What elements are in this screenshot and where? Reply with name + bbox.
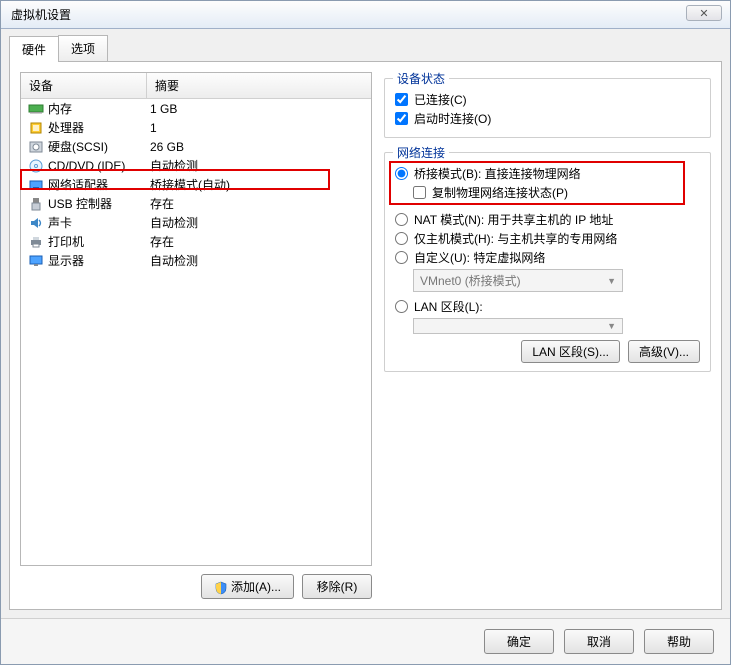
device-summary: 自动检测 bbox=[147, 157, 198, 174]
radio-nat-input[interactable] bbox=[395, 213, 408, 226]
device-summary: 1 bbox=[147, 121, 157, 135]
device-summary: 存在 bbox=[147, 195, 174, 212]
radio-custom-input[interactable] bbox=[395, 251, 408, 264]
close-button[interactable]: ✕ bbox=[686, 5, 722, 21]
nic-icon bbox=[27, 177, 45, 193]
memory-icon bbox=[27, 101, 45, 117]
check-connected[interactable]: 已连接(C) bbox=[395, 91, 700, 108]
radio-hostonly-input[interactable] bbox=[395, 232, 408, 245]
group-network-connection: 网络连接 桥接模式(B): 直接连接物理网络 复制物理网络连接状态(P) NAT… bbox=[384, 152, 711, 372]
footer: 确定 取消 帮助 bbox=[1, 618, 730, 664]
table-row[interactable]: 网络适配器桥接模式(自动) bbox=[21, 175, 371, 194]
shield-icon bbox=[214, 581, 228, 595]
device-name: 网络适配器 bbox=[48, 176, 147, 193]
vm-settings-window: 虚拟机设置 ✕ 硬件 选项 设备 摘要 内存1 GB处理器1硬盘(SCSI)26… bbox=[0, 0, 731, 665]
device-table: 设备 摘要 内存1 GB处理器1硬盘(SCSI)26 GBCD/DVD (IDE… bbox=[20, 72, 372, 566]
radio-nat[interactable]: NAT 模式(N): 用于共享主机的 IP 地址 bbox=[395, 211, 700, 228]
left-pane: 设备 摘要 内存1 GB处理器1硬盘(SCSI)26 GBCD/DVD (IDE… bbox=[20, 72, 372, 599]
group-device-state: 设备状态 已连接(C) 启动时连接(O) bbox=[384, 78, 711, 138]
lanseg-select[interactable]: ▼ bbox=[413, 318, 623, 334]
check-connect-at-power[interactable]: 启动时连接(O) bbox=[395, 110, 700, 127]
ok-button[interactable]: 确定 bbox=[484, 629, 554, 654]
help-button[interactable]: 帮助 bbox=[644, 629, 714, 654]
device-name: 内存 bbox=[48, 100, 147, 117]
left-buttons: 添加(A)... 移除(R) bbox=[20, 574, 372, 599]
device-name: USB 控制器 bbox=[48, 195, 147, 212]
device-summary: 1 GB bbox=[147, 102, 177, 116]
device-table-header: 设备 摘要 bbox=[21, 73, 371, 99]
device-summary: 自动检测 bbox=[147, 214, 198, 231]
tab-hardware[interactable]: 硬件 bbox=[9, 36, 59, 62]
device-summary: 26 GB bbox=[147, 140, 184, 154]
close-icon: ✕ bbox=[699, 7, 708, 20]
radio-lanseg[interactable]: LAN 区段(L): bbox=[395, 298, 700, 315]
device-name: 处理器 bbox=[48, 119, 147, 136]
checkbox-connected[interactable] bbox=[395, 93, 408, 106]
header-summary: 摘要 bbox=[147, 73, 371, 98]
device-summary: 自动检测 bbox=[147, 252, 198, 269]
checkbox-connect-at-power[interactable] bbox=[395, 112, 408, 125]
device-name: CD/DVD (IDE) bbox=[48, 159, 147, 173]
radio-bridged[interactable]: 桥接模式(B): 直接连接物理网络 bbox=[395, 165, 700, 182]
radio-lanseg-input[interactable] bbox=[395, 300, 408, 313]
device-name: 显示器 bbox=[48, 252, 147, 269]
chevron-down-icon: ▼ bbox=[607, 321, 616, 331]
window-title: 虚拟机设置 bbox=[5, 6, 71, 23]
cd-icon bbox=[27, 158, 45, 174]
device-summary: 桥接模式(自动) bbox=[147, 176, 230, 193]
right-pane: 设备状态 已连接(C) 启动时连接(O) 网络连接 桥接模式(B): 直接连接物… bbox=[384, 72, 711, 599]
printer-icon bbox=[27, 234, 45, 250]
radio-hostonly[interactable]: 仅主机模式(H): 与主机共享的专用网络 bbox=[395, 230, 700, 247]
group-title-state: 设备状态 bbox=[393, 70, 449, 87]
radio-bridged-input[interactable] bbox=[395, 167, 408, 180]
lan-segments-button[interactable]: LAN 区段(S)... bbox=[521, 340, 620, 363]
tabs-bar: 硬件 选项 bbox=[1, 29, 730, 61]
table-row[interactable]: 显示器自动检测 bbox=[21, 251, 371, 270]
device-summary: 存在 bbox=[147, 233, 174, 250]
add-button[interactable]: 添加(A)... bbox=[201, 574, 294, 599]
radio-custom[interactable]: 自定义(U): 特定虚拟网络 bbox=[395, 249, 700, 266]
panel-area: 设备 摘要 内存1 GB处理器1硬盘(SCSI)26 GBCD/DVD (IDE… bbox=[9, 61, 722, 610]
chevron-down-icon: ▼ bbox=[607, 276, 616, 286]
table-row[interactable]: 内存1 GB bbox=[21, 99, 371, 118]
table-row[interactable]: 声卡自动检测 bbox=[21, 213, 371, 232]
header-device: 设备 bbox=[21, 73, 147, 98]
table-row[interactable]: 打印机存在 bbox=[21, 232, 371, 251]
table-row[interactable]: 处理器1 bbox=[21, 118, 371, 137]
tab-options[interactable]: 选项 bbox=[58, 35, 108, 61]
advanced-button[interactable]: 高级(V)... bbox=[628, 340, 700, 363]
device-name: 硬盘(SCSI) bbox=[48, 138, 147, 155]
table-row[interactable]: 硬盘(SCSI)26 GB bbox=[21, 137, 371, 156]
group-title-net: 网络连接 bbox=[393, 144, 449, 161]
usb-icon bbox=[27, 196, 45, 212]
remove-button[interactable]: 移除(R) bbox=[302, 574, 372, 599]
titlebar: 虚拟机设置 ✕ bbox=[1, 1, 730, 29]
sound-icon bbox=[27, 215, 45, 231]
net-buttons: LAN 区段(S)... 高级(V)... bbox=[395, 340, 700, 363]
table-row[interactable]: CD/DVD (IDE)自动检测 bbox=[21, 156, 371, 175]
checkbox-replicate[interactable] bbox=[413, 186, 426, 199]
check-replicate[interactable]: 复制物理网络连接状态(P) bbox=[413, 184, 700, 201]
cpu-icon bbox=[27, 120, 45, 136]
table-row[interactable]: USB 控制器存在 bbox=[21, 194, 371, 213]
disk-icon bbox=[27, 139, 45, 155]
device-name: 声卡 bbox=[48, 214, 147, 231]
cancel-button[interactable]: 取消 bbox=[564, 629, 634, 654]
custom-vmnet-select[interactable]: VMnet0 (桥接模式) ▼ bbox=[413, 269, 623, 292]
device-name: 打印机 bbox=[48, 233, 147, 250]
display-icon bbox=[27, 253, 45, 269]
